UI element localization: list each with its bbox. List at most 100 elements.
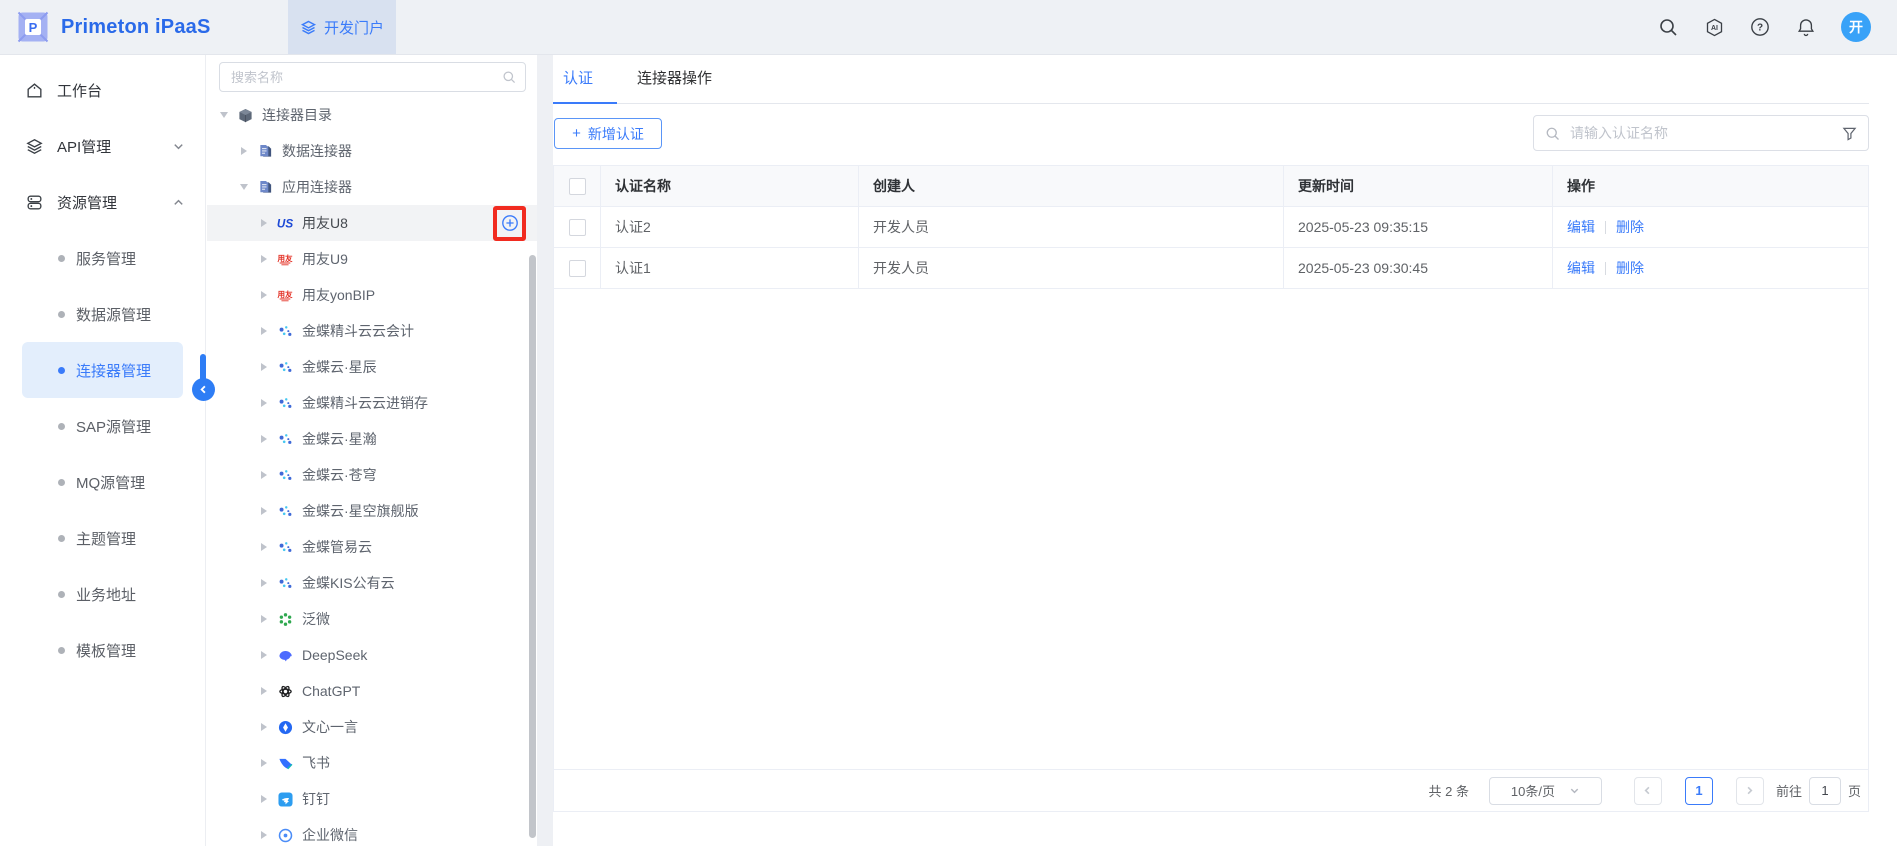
delete-link[interactable]: 删除 [1616, 217, 1644, 237]
tree-node[interactable]: 应用连接器 [207, 169, 537, 205]
delete-link[interactable]: 删除 [1616, 258, 1644, 278]
sidebar-subitem[interactable]: SAP源管理 [22, 398, 183, 454]
sidebar-subitem[interactable]: 业务地址 [22, 566, 183, 622]
caret-right-icon[interactable] [258, 361, 270, 373]
tree-node[interactable]: 金蝶云·星空旗舰版 [207, 493, 537, 529]
tree-node[interactable]: 连接器目录 [207, 97, 537, 133]
kingdee-icon [276, 575, 294, 592]
caret-right-icon[interactable] [258, 433, 270, 445]
caret-right-icon[interactable] [258, 253, 270, 265]
sidebar-subitem-label: 业务地址 [76, 584, 136, 605]
prev-page-button[interactable] [1634, 777, 1662, 805]
tree-node[interactable]: 用友用友yonBIP [207, 277, 537, 313]
tab-connector-actions[interactable]: 连接器操作 [637, 67, 712, 103]
caret-right-icon[interactable] [258, 793, 270, 805]
select-all-checkbox[interactable] [569, 178, 586, 195]
goto-label: 前往 [1776, 781, 1802, 800]
page-size-select[interactable]: 10条/页 [1489, 777, 1602, 805]
caret-right-icon[interactable] [258, 649, 270, 661]
sidebar-item[interactable]: 工作台 [0, 62, 205, 118]
sidebar-subitem-label: 数据源管理 [76, 304, 151, 325]
tree-node[interactable]: 金蝶管易云 [207, 529, 537, 565]
tree-node[interactable]: ChatGPT [207, 673, 537, 709]
tab-auth[interactable]: 认证 [563, 67, 593, 103]
caret-right-icon[interactable] [238, 145, 250, 157]
tree-node[interactable]: 用友用友U9 [207, 241, 537, 277]
edit-link[interactable]: 编辑 [1567, 258, 1595, 278]
sidebar-subitem[interactable]: 主题管理 [22, 510, 183, 566]
ai-assistant-icon[interactable]: AI [1703, 16, 1725, 38]
tree-node-label: 用友U8 [302, 213, 348, 233]
chevron-up-icon [172, 196, 185, 209]
caret-right-icon[interactable] [258, 289, 270, 301]
caret-right-icon[interactable] [258, 541, 270, 553]
caret-down-icon[interactable] [218, 109, 230, 121]
brand-title: Primeton iPaaS [61, 16, 211, 39]
tree-node[interactable]: 金蝶KIS公有云 [207, 565, 537, 601]
notifications-bell-icon[interactable] [1795, 16, 1817, 38]
help-icon[interactable]: ? [1749, 16, 1771, 38]
table-header: 认证名称创建人更新时间操作 [554, 166, 1868, 207]
caret-down-icon[interactable] [238, 181, 250, 193]
bullet-dot-icon [58, 591, 65, 598]
tree-node[interactable]: 数据连接器 [207, 133, 537, 169]
action-divider [1605, 221, 1606, 234]
caret-right-icon[interactable] [258, 325, 270, 337]
sidebar-subitem[interactable]: 模板管理 [22, 622, 183, 678]
tree-node[interactable]: 文心一言 [207, 709, 537, 745]
caret-right-icon[interactable] [258, 397, 270, 409]
goto-page-input[interactable]: 1 [1809, 777, 1841, 805]
kingdee-icon [276, 359, 294, 376]
tree-search-input[interactable] [229, 69, 502, 86]
caret-right-icon[interactable] [258, 613, 270, 625]
tree-node[interactable]: 金蝶云·星辰 [207, 349, 537, 385]
tree-node[interactable]: 金蝶精斗云云进销存 [207, 385, 537, 421]
sidebar-collapse-button[interactable] [192, 378, 215, 401]
sidebar-subitem[interactable]: 连接器管理 [22, 342, 183, 398]
sidebar-item[interactable]: 资源管理 [0, 174, 205, 230]
page-1-button[interactable]: 1 [1685, 777, 1713, 805]
sidebar-subitem[interactable]: MQ源管理 [22, 454, 183, 510]
main-tabbar: 认证 连接器操作 [553, 55, 1869, 104]
tree-node[interactable]: DeepSeek [207, 637, 537, 673]
tree-node[interactable]: 企业微信 [207, 817, 537, 846]
caret-right-icon[interactable] [258, 217, 270, 229]
tree-node[interactable]: 钉钉 [207, 781, 537, 817]
next-page-button[interactable] [1736, 777, 1764, 805]
caret-right-icon[interactable] [258, 577, 270, 589]
caret-right-icon[interactable] [258, 721, 270, 733]
sidebar-subitem[interactable]: 数据源管理 [22, 286, 183, 342]
row-checkbox[interactable] [569, 260, 586, 277]
user-avatar[interactable]: 开 [1841, 12, 1871, 42]
filter-funnel-icon[interactable] [1842, 126, 1857, 141]
edit-link[interactable]: 编辑 [1567, 217, 1595, 237]
tree-node[interactable]: US用友U8 [207, 205, 537, 241]
feishu-icon [276, 755, 294, 772]
auth-search-input[interactable] [1568, 124, 1834, 142]
add-auth-button[interactable]: + 新增认证 [554, 118, 662, 149]
row-checkbox[interactable] [569, 219, 586, 236]
search-icon[interactable] [502, 70, 516, 84]
caret-right-icon[interactable] [258, 757, 270, 769]
tree-node-label: 金蝶云·苍穹 [302, 465, 377, 485]
tree-node[interactable]: 金蝶精斗云云会计 [207, 313, 537, 349]
caret-right-icon[interactable] [258, 469, 270, 481]
caret-right-icon[interactable] [258, 685, 270, 697]
sidebar-item[interactable]: API管理 [0, 118, 205, 174]
kingdee-icon [276, 431, 294, 448]
tree-node[interactable]: 金蝶云·星瀚 [207, 421, 537, 457]
tree-node-label: 金蝶云·星瀚 [302, 429, 377, 449]
portal-tab[interactable]: 开发门户 [288, 0, 396, 54]
table-row: 认证2开发人员2025-05-23 09:35:15编辑删除 [554, 207, 1868, 248]
search-icon[interactable] [1657, 16, 1679, 38]
caret-right-icon[interactable] [258, 829, 270, 841]
tree-node-label: 泛微 [302, 609, 330, 629]
tree-node[interactable]: 泛微 [207, 601, 537, 637]
tree-node[interactable]: 飞书 [207, 745, 537, 781]
caret-right-icon[interactable] [258, 505, 270, 517]
tree-scrollbar[interactable] [529, 255, 536, 838]
tree-node[interactable]: 金蝶云·苍穹 [207, 457, 537, 493]
sidebar-subitem[interactable]: 服务管理 [22, 230, 183, 286]
add-connector-auth-button[interactable] [501, 214, 519, 232]
current-page-number: 1 [1695, 783, 1702, 798]
